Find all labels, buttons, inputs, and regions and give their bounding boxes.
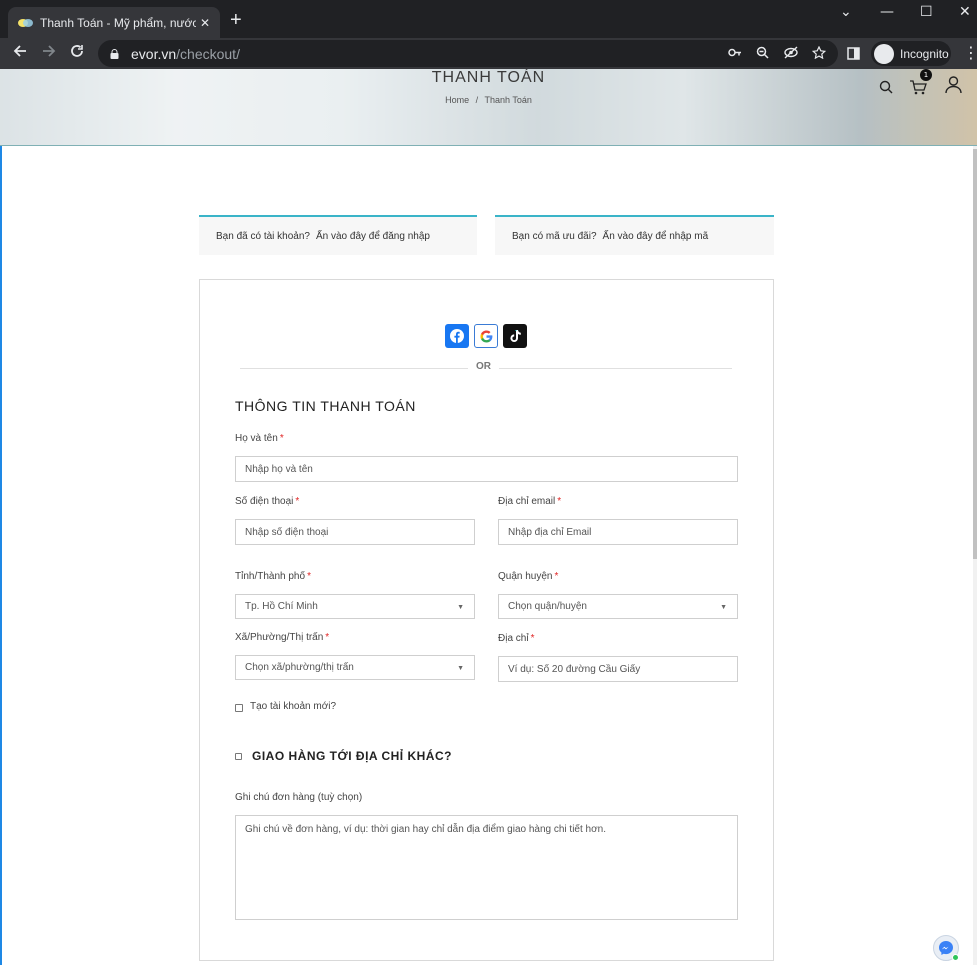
facebook-login-button[interactable]	[445, 324, 469, 348]
new-tab-button[interactable]: +	[230, 9, 242, 32]
province-select-value: Tp. Hồ Chí Minh	[245, 601, 318, 612]
page-banner: THANH TOÁN Home / Thanh Toán 1	[0, 69, 977, 146]
browser-tab-bar: Thanh Toán - Mỹ phẩm, nước hoa ✕ + ⌄ — ☐…	[0, 0, 977, 38]
or-divider-text: OR	[476, 361, 491, 372]
phone-label: Số điện thoại *	[235, 496, 300, 507]
cart-icon[interactable]	[909, 79, 927, 99]
close-window-icon[interactable]: ✕	[959, 4, 971, 20]
chevron-down-icon: ▼	[720, 604, 727, 611]
facebook-icon	[450, 329, 464, 343]
login-notice: Bạn đã có tài khoản? Ấn vào đây để đăng …	[199, 215, 477, 255]
order-notes-textarea[interactable]: Ghi chú về đơn hàng, ví dụ: thời gian ha…	[235, 815, 738, 920]
tab-close-icon[interactable]: ✕	[200, 16, 210, 30]
online-status-dot	[952, 954, 959, 961]
search-icon[interactable]	[879, 79, 893, 98]
login-link[interactable]: Ấn vào đây để đăng nhập	[316, 231, 430, 242]
breadcrumb: Home / Thanh Toán	[0, 95, 977, 105]
forward-arrow-icon[interactable]	[42, 43, 56, 62]
user-account-icon[interactable]	[945, 76, 962, 98]
email-input[interactable]: Nhập địa chỉ Email	[498, 519, 738, 545]
browser-menu-icon[interactable]: ⋮	[963, 43, 977, 62]
tiktok-icon	[509, 330, 521, 342]
zoom-icon[interactable]	[756, 46, 769, 63]
coupon-link[interactable]: Ấn vào đây để nhập mã	[603, 231, 709, 242]
url-host: evor.vn	[131, 45, 177, 62]
province-label: Tỉnh/Thành phố *	[235, 571, 311, 582]
eye-off-icon[interactable]	[784, 46, 798, 63]
minimize-icon[interactable]: —	[880, 4, 894, 20]
full-name-label: Họ và tên *	[235, 433, 284, 444]
district-select[interactable]: Chọn quận/huyện ▼	[498, 594, 738, 619]
divider-right	[499, 368, 732, 369]
ship-different-checkbox[interactable]	[235, 753, 242, 760]
cart-count-badge: 1	[920, 69, 932, 81]
divider-left	[240, 368, 468, 369]
ward-select-value: Chọn xã/phường/thị trấn	[245, 662, 354, 673]
page-title: THANH TOÁN	[431, 69, 546, 86]
site-favicon-icon	[18, 18, 34, 28]
maximize-icon[interactable]: ☐	[920, 4, 933, 20]
google-login-button[interactable]	[474, 324, 498, 348]
web-page: THANH TOÁN Home / Thanh Toán 1 Bạn đã có…	[0, 69, 977, 965]
ward-label: Xã/Phường/Thị trấn *	[235, 632, 330, 643]
full-name-input[interactable]: Nhập họ và tên	[235, 456, 738, 482]
address-input[interactable]: Ví dụ: Số 20 đường Cầu Giấy	[498, 656, 738, 682]
breadcrumb-home[interactable]: Home	[445, 95, 469, 105]
google-icon	[480, 330, 492, 342]
bookmark-star-icon[interactable]	[811, 45, 827, 63]
incognito-label: Incognito	[900, 46, 949, 61]
coupon-notice: Bạn có mã ưu đãi? Ấn vào đây để nhập mã	[495, 215, 774, 255]
district-label: Quận huyện *	[498, 571, 559, 582]
reload-icon[interactable]	[70, 43, 84, 62]
create-account-label[interactable]: Tạo tài khoản mới?	[250, 701, 336, 712]
tiktok-login-button[interactable]	[503, 324, 527, 348]
ward-select[interactable]: Chọn xã/phường/thị trấn ▼	[235, 655, 475, 680]
billing-section-title: THÔNG TIN THANH TOÁN	[235, 398, 416, 414]
tab-search-icon[interactable]: ⌄	[840, 4, 852, 20]
chevron-down-icon: ▼	[457, 665, 464, 672]
province-select[interactable]: Tp. Hồ Chí Minh ▼	[235, 594, 475, 619]
browser-toolbar: evor.vn/checkout/ Incognito ⋮	[0, 38, 977, 69]
url-path: /checkout/	[176, 45, 240, 62]
checkout-form: OR THÔNG TIN THANH TOÁN Họ và tên * Nhập …	[199, 279, 774, 961]
phone-input[interactable]: Nhập số điện thoại	[235, 519, 475, 545]
browser-tab[interactable]: Thanh Toán - Mỹ phẩm, nước hoa ✕	[8, 7, 220, 38]
incognito-icon	[874, 43, 894, 64]
district-select-value: Chọn quận/huyện	[508, 601, 587, 612]
email-label: Địa chỉ email *	[498, 496, 562, 507]
lock-icon	[110, 48, 119, 59]
chevron-down-icon: ▼	[457, 604, 464, 611]
coupon-question: Bạn có mã ưu đãi?	[512, 230, 597, 242]
back-arrow-icon[interactable]	[13, 43, 27, 62]
breadcrumb-separator: /	[475, 95, 479, 105]
page-scrollbar-thumb[interactable]	[973, 149, 977, 559]
messenger-icon	[939, 941, 953, 955]
order-notes-label: Ghi chú đơn hàng (tuỳ chọn)	[235, 792, 363, 803]
incognito-profile-button[interactable]: Incognito	[871, 41, 951, 66]
address-bar[interactable]: evor.vn/checkout/	[98, 40, 838, 67]
ship-different-label[interactable]: GIAO HÀNG TỚI ĐỊA CHỈ KHÁC?	[252, 749, 452, 763]
login-question: Bạn đã có tài khoản?	[216, 230, 310, 242]
create-account-checkbox[interactable]	[235, 704, 243, 712]
key-icon[interactable]	[728, 46, 741, 63]
tab-title: Thanh Toán - Mỹ phẩm, nước hoa	[40, 15, 196, 30]
side-panel-icon[interactable]	[847, 45, 860, 64]
address-label: Địa chỉ *	[498, 633, 535, 644]
breadcrumb-current: Thanh Toán	[484, 95, 532, 105]
